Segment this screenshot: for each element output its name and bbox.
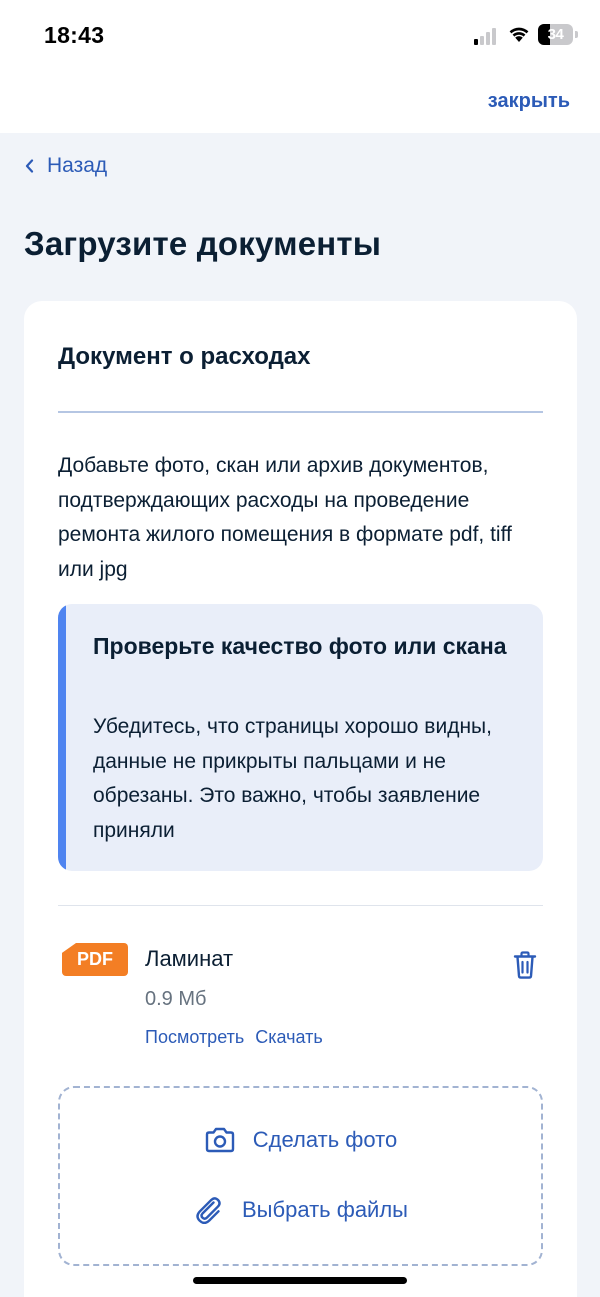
notice-accent-bar (58, 604, 66, 871)
view-file-link[interactable]: Посмотреть (145, 1027, 244, 1048)
battery-percent: 34 (547, 26, 564, 43)
battery-nub (575, 31, 578, 38)
close-button[interactable]: закрыть (488, 90, 570, 113)
back-label: Назад (47, 154, 108, 177)
divider (58, 905, 543, 906)
paperclip-icon (196, 1197, 221, 1224)
cellular-signal-icon (474, 27, 500, 45)
choose-files-label: Выбрать файлы (242, 1197, 408, 1222)
take-photo-button[interactable]: Сделать фото (60, 1126, 541, 1154)
trash-icon[interactable] (512, 950, 538, 980)
battery-icon: 34 (538, 24, 573, 45)
notice-text: Убедитесь, что страницы хорошо видны, да… (93, 715, 492, 842)
choose-files-button[interactable]: Выбрать файлы (60, 1196, 541, 1224)
back-button[interactable]: Назад (24, 154, 107, 178)
take-photo-label: Сделать фото (252, 1127, 398, 1152)
status-bar: 18:43 34 (0, 0, 600, 72)
status-time: 18:43 (44, 22, 105, 48)
quality-notice: Проверьте качество фото или скана Убедит… (58, 604, 543, 871)
document-card: Документ о расходах Добавьте фото, скан … (24, 301, 577, 1297)
file-actions: Посмотреть Скачать (145, 1027, 323, 1048)
chevron-left-icon (25, 159, 34, 173)
divider (58, 411, 543, 413)
file-name: Ламинат (145, 946, 234, 971)
notice-title: Проверьте качество фото или скана (93, 633, 507, 659)
pdf-file-icon: PDF (62, 943, 128, 976)
card-title: Документ о расходах (58, 343, 311, 370)
home-indicator (193, 1277, 407, 1284)
card-description: Добавьте фото, скан или архив документов… (58, 454, 512, 581)
camera-icon (205, 1127, 234, 1153)
file-size: 0.9 Мб (145, 988, 207, 1010)
wifi-icon (509, 27, 529, 42)
download-file-link[interactable]: Скачать (255, 1027, 323, 1048)
top-area: 18:43 34 закрыть (0, 0, 600, 133)
page-title: Загрузите документы (24, 225, 382, 262)
upload-dropzone[interactable]: Сделать фото Выбрать файлы (58, 1086, 543, 1266)
